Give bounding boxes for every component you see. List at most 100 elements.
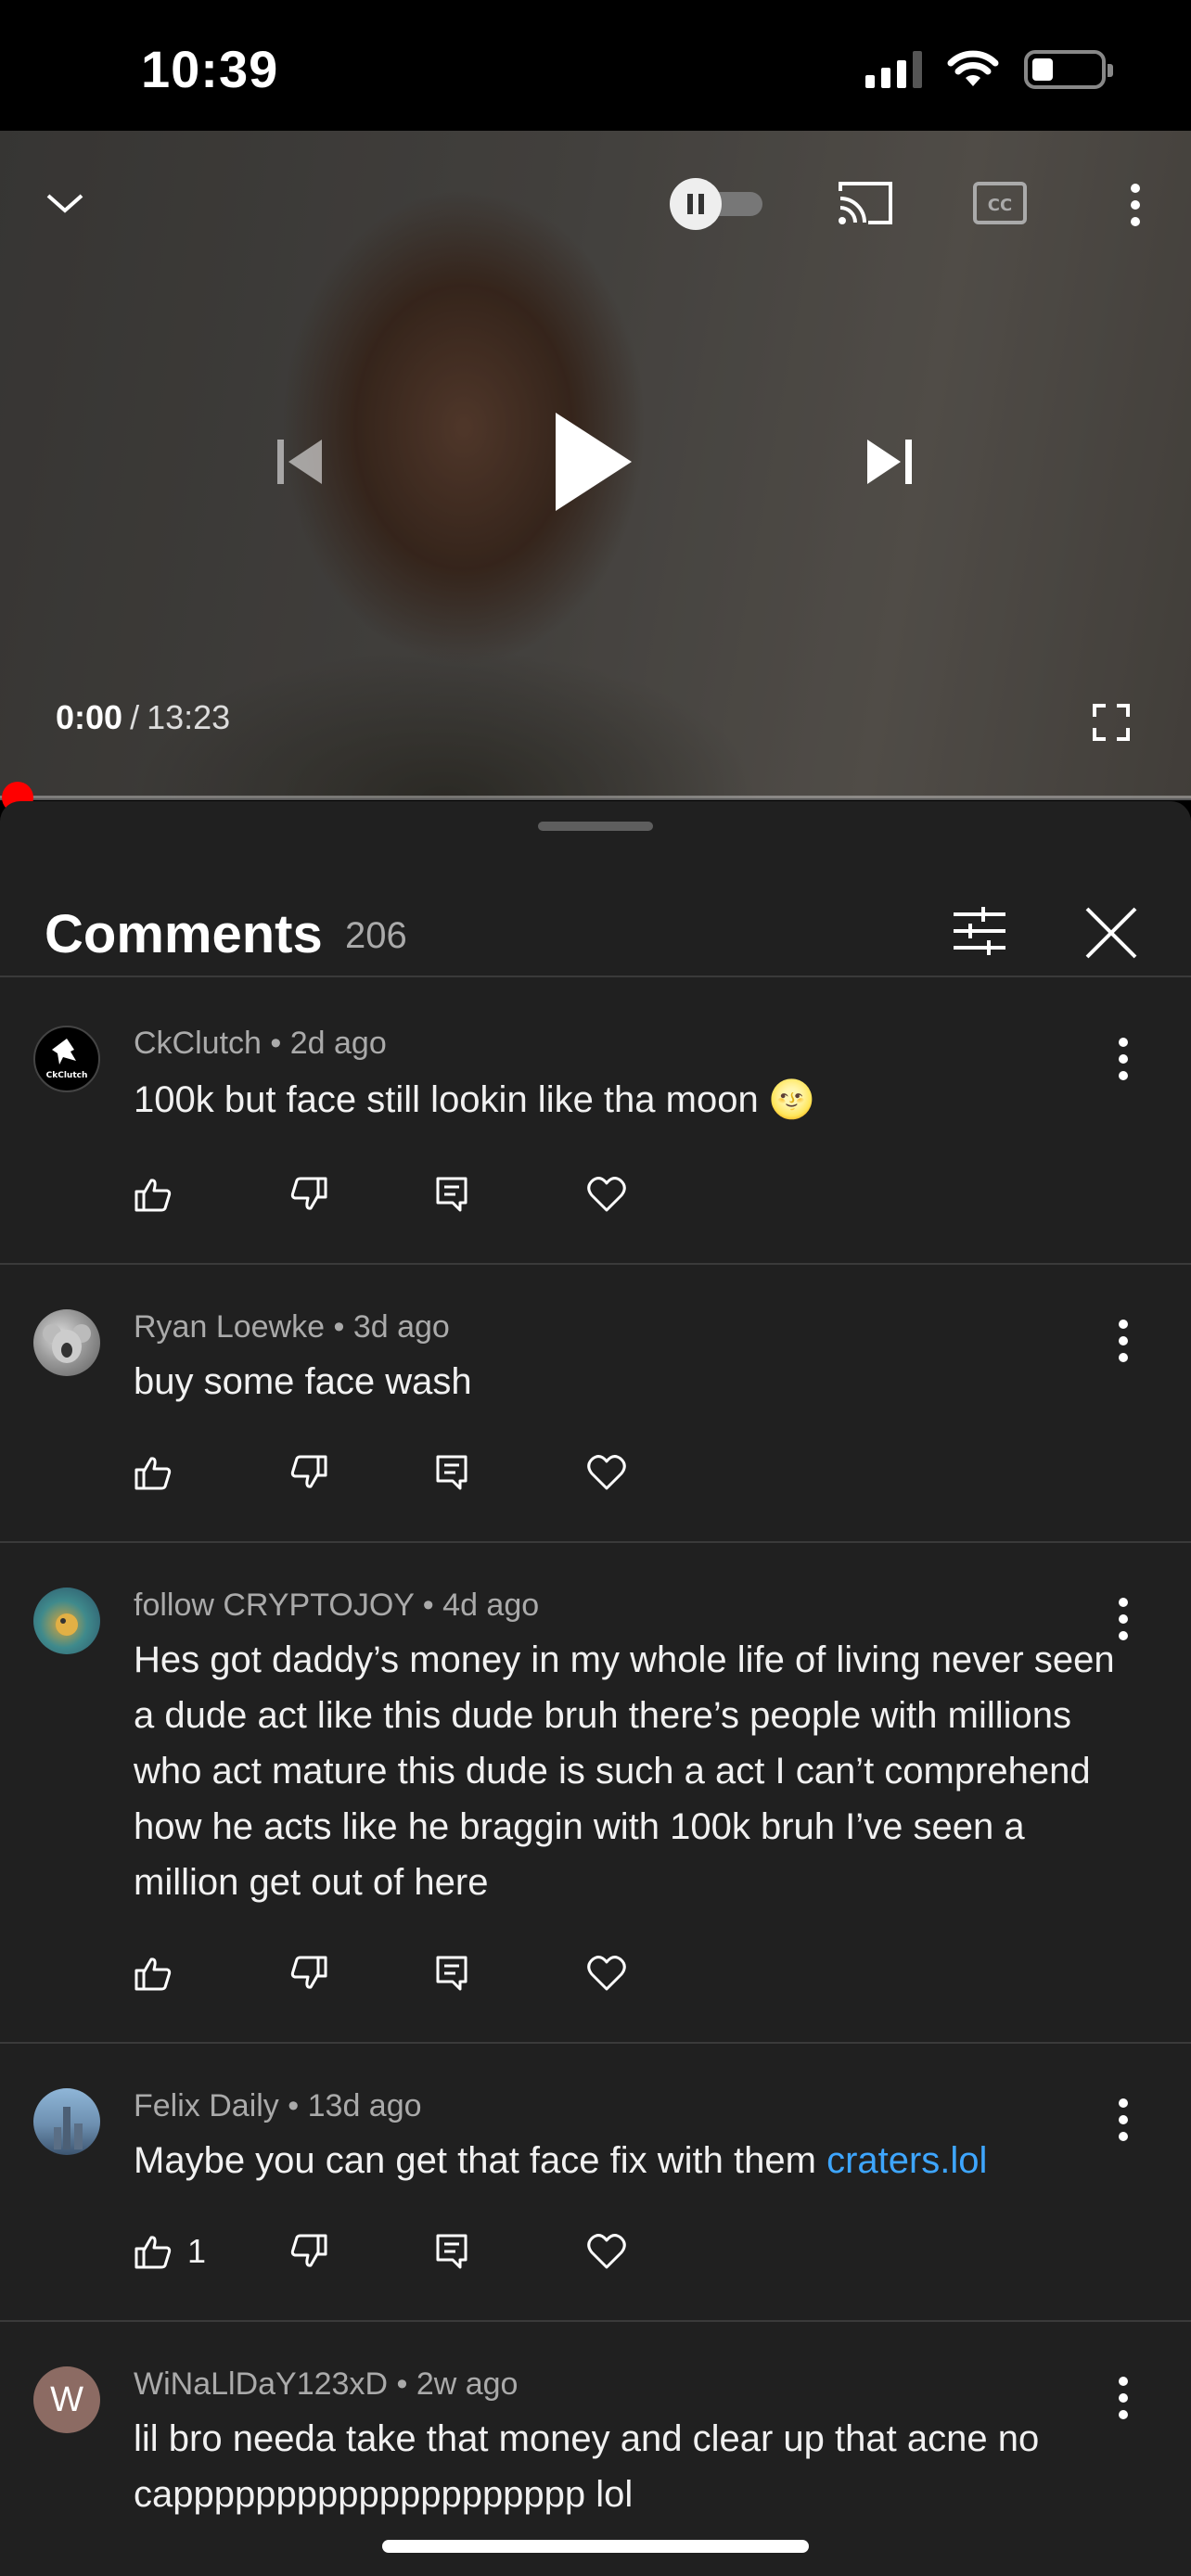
like-button[interactable] (134, 1167, 173, 1222)
comment-age: 4d ago (442, 1588, 540, 1623)
heart-icon (587, 1177, 626, 1212)
comment-author[interactable]: CkClutch (134, 1026, 262, 1061)
comment-more-button[interactable] (1109, 2370, 1137, 2426)
next-button[interactable] (850, 422, 929, 502)
more-vert-icon (1119, 1598, 1128, 1640)
reply-button[interactable] (432, 1945, 471, 2001)
comment-meta: WiNaLlDaY123xD • 2w ago (134, 2366, 518, 2403)
cryptojoy-avatar-icon (56, 1613, 78, 1636)
close-comments-button[interactable] (1076, 898, 1146, 968)
reply-icon (436, 1956, 467, 1991)
like-count: 1 (187, 2232, 207, 2270)
thumb-up-icon (134, 1457, 172, 1490)
heart-icon (587, 1956, 626, 1991)
more-vert-icon (1119, 2377, 1128, 2419)
more-vert-icon (1131, 184, 1140, 226)
thumb-up-icon (134, 1179, 172, 1212)
autoplay-toggle[interactable] (664, 175, 768, 231)
comment-author[interactable]: follow CRYPTOJOY (134, 1588, 414, 1623)
comment-age: 3d ago (352, 1309, 450, 1345)
ckclutch-logo-icon: CkClutch (46, 1039, 88, 1080)
captions-button[interactable]: CC (970, 177, 1030, 229)
comment-more-button[interactable] (1109, 1313, 1137, 1369)
city-avatar-icon (54, 2107, 83, 2149)
comment-more-button[interactable] (1109, 1591, 1137, 1647)
comments-count: 206 (345, 915, 407, 956)
comment-text: lil bro needa take that money and clear … (134, 2418, 1040, 2515)
avatar[interactable]: W (33, 2366, 100, 2433)
captions-icon: CC (973, 182, 1027, 224)
comment-text: Maybe you can get that face fix with the… (134, 2133, 1117, 2188)
thumb-down-icon (290, 2234, 327, 2267)
dislike-button[interactable] (289, 2224, 328, 2279)
cellular-signal-icon (865, 51, 922, 88)
heart-icon (587, 1455, 626, 1490)
progress-bar[interactable] (0, 796, 1191, 800)
comment-more-button[interactable] (1109, 1031, 1137, 1087)
heart-button[interactable] (586, 1445, 627, 1500)
meta-separator: • (270, 1026, 282, 1061)
cast-icon (839, 182, 892, 224)
like-button[interactable]: 1 (134, 2224, 206, 2279)
koala-avatar-icon (43, 1324, 91, 1363)
reply-button[interactable] (432, 1445, 471, 1500)
comment-item: Felix Daily • 13d ago Maybe you can get … (0, 2044, 1191, 2322)
status-bar: 10:39 (0, 0, 1191, 131)
avatar[interactable] (33, 2088, 100, 2155)
like-button[interactable] (134, 1945, 173, 2001)
comment-age: 2d ago (289, 1026, 387, 1061)
comment-item: W WiNaLlDaY123xD • 2w ago lil bro needa … (0, 2322, 1191, 2576)
time-separator: / (130, 698, 140, 736)
comment-actions (134, 1445, 690, 1500)
avatar[interactable] (33, 1588, 100, 1654)
comment-text: 100k but face still lookin like tha moon… (134, 1079, 815, 1120)
comment-link[interactable]: craters.lol (826, 2140, 987, 2181)
avatar[interactable] (33, 1309, 100, 1376)
minimize-button[interactable] (37, 175, 93, 231)
next-icon (867, 440, 912, 484)
dislike-button[interactable] (289, 1445, 328, 1500)
dislike-button[interactable] (289, 1167, 328, 1222)
chevron-down-icon (46, 194, 83, 213)
thumb-down-icon (290, 1177, 327, 1210)
avatar[interactable]: CkClutch (33, 1026, 100, 1092)
comment-item: follow CRYPTOJOY • 4d ago Hes got daddy’… (0, 1543, 1191, 2044)
comment-text: Hes got daddy’s money in my whole life o… (134, 1639, 1115, 1903)
comment-meta: CkClutch • 2d ago (134, 1026, 387, 1062)
svg-text:CkClutch: CkClutch (46, 1071, 88, 1080)
autoplay-toggle-icon (670, 178, 762, 230)
avatar-initial: W (50, 2379, 83, 2419)
play-icon (556, 413, 632, 511)
cast-button[interactable] (833, 173, 898, 233)
thumb-down-icon (290, 1956, 327, 1989)
more-vert-icon (1119, 1320, 1128, 1362)
meta-separator: • (422, 1588, 434, 1623)
more-vert-icon (1119, 1038, 1128, 1080)
play-button[interactable] (529, 392, 659, 531)
reply-button[interactable] (432, 1167, 471, 1222)
reply-button[interactable] (432, 2224, 471, 2279)
reply-icon (436, 1177, 467, 1212)
comment-author[interactable]: Felix Daily (134, 2088, 279, 2123)
heart-button[interactable] (586, 2224, 627, 2279)
reply-icon (436, 1455, 467, 1490)
heart-button[interactable] (586, 1945, 627, 2001)
home-indicator[interactable] (382, 2540, 809, 2553)
comment-item: Ryan Loewke • 3d ago buy some face wash (0, 1265, 1191, 1543)
comment-author[interactable]: Ryan Loewke (134, 1309, 325, 1345)
player-more-button[interactable] (1117, 175, 1154, 235)
comment-more-button[interactable] (1109, 2092, 1137, 2148)
comment-author[interactable]: WiNaLlDaY123xD (134, 2366, 388, 2402)
close-icon (1085, 907, 1137, 959)
comments-header: Comments 206 (0, 857, 1191, 977)
like-button[interactable] (134, 1445, 173, 1500)
previous-button[interactable] (260, 422, 339, 502)
heart-button[interactable] (586, 1167, 627, 1222)
comments-title: Comments (45, 904, 323, 964)
video-player[interactable]: CC 0:00/13:23 (0, 131, 1191, 798)
dislike-button[interactable] (289, 1945, 328, 2001)
drag-handle[interactable] (538, 822, 653, 831)
fullscreen-button[interactable] (1087, 698, 1135, 746)
more-vert-icon (1119, 2098, 1128, 2141)
filter-button[interactable] (946, 898, 1013, 964)
